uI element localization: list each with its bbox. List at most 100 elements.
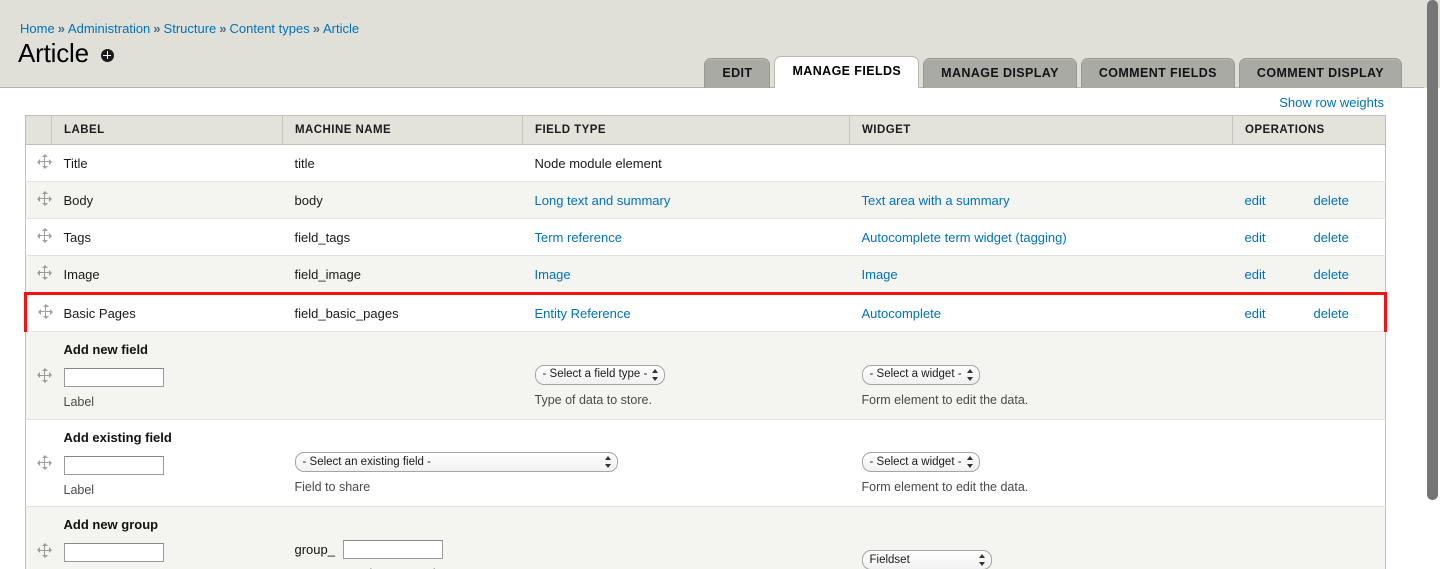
widget-link[interactable]: Image [862,267,898,282]
cell-label: Title [51,144,283,182]
tab-comment-fields[interactable]: COMMENT FIELDS [1080,57,1235,88]
widget-link[interactable]: Autocomplete [862,306,942,321]
drag-cell[interactable] [24,292,53,332]
table-row-highlighted: Basic Pages field_basic_pages Entity Ref… [24,292,1387,332]
delete-link[interactable]: delete [1313,267,1348,282]
edit-link[interactable]: edit [1245,267,1266,282]
main-content: Show row weights LABEL MACHINE NAME FIEL… [0,88,1424,569]
drag-handle-icon[interactable] [37,542,52,558]
breadcrumb-separator: » [153,21,161,36]
drag-cell[interactable] [25,419,52,507]
cell-field-type: Long text and summary [522,181,850,219]
cell-operations [1232,144,1386,182]
tab-edit[interactable]: EDIT [704,57,771,88]
add-new-group-name-cell: group_ Group name (a–z, 0–9, _) [282,506,850,569]
drag-cell[interactable] [25,255,52,294]
breadcrumb-separator: » [312,21,320,36]
drag-handle-icon[interactable] [37,228,52,243]
add-new-field-label-input[interactable] [63,368,164,387]
show-row-weights-link[interactable]: Show row weights [1279,95,1384,110]
add-new-field-label-cell: Add new field Label [51,331,283,420]
row-weights-bar: Show row weights [24,88,1400,115]
delete-link[interactable]: delete [1313,306,1348,321]
add-existing-field-select[interactable]: - Select an existing field - [294,452,618,472]
column-header-drag [25,115,52,145]
existing-field-select-wrapper[interactable]: - Select an existing field - [294,452,618,472]
add-new-field-type-select[interactable]: - Select a field type - [534,364,665,385]
scrollbar-thumb[interactable] [1427,0,1438,500]
cell-field-type: Node module element [522,144,850,182]
widget-link[interactable]: Text area with a summary [862,193,1010,208]
add-existing-field-label-help: Label [63,482,95,497]
add-new-field-widget-select[interactable]: - Select a widget - [861,364,980,385]
add-existing-field-label-input[interactable] [63,455,164,475]
add-existing-field-ops-cell [1232,419,1386,507]
add-new-group-name-input[interactable] [342,540,443,559]
add-new-group-widget-cell: Fieldset [849,506,1233,569]
add-existing-field-select-cell: - Select an existing field - Field to sh… [282,419,850,507]
group-widget-select-wrapper[interactable]: Fieldset [861,550,992,569]
add-existing-field-label-cell: Add existing field Label [51,419,283,507]
edit-link[interactable]: edit [1245,306,1266,321]
add-existing-field-widget-help: Form element to edit the data. [861,480,1029,494]
add-circle-icon[interactable] [100,48,114,62]
page-scrollbar[interactable] [1424,0,1440,569]
add-new-group-label-input[interactable] [63,543,164,562]
breadcrumb-item-administration[interactable]: Administration [68,21,150,36]
field-type-select-wrapper[interactable]: - Select a field type - [534,364,665,385]
delete-link[interactable]: delete [1313,230,1348,245]
cell-operations: edit delete [1232,181,1386,219]
cell-field-type: Image [522,255,850,294]
add-existing-field-widget-select[interactable]: - Select a widget - [861,452,980,472]
breadcrumb-item-content-types[interactable]: Content types [230,21,310,36]
cell-machine-name: field_image [282,255,523,294]
cell-operations: edit delete [1232,292,1387,332]
cell-widget: Autocomplete [849,292,1233,332]
column-header-operations: OPERATIONS [1232,115,1386,145]
field-type-link[interactable]: Entity Reference [535,306,631,321]
field-type-link[interactable]: Image [535,267,571,282]
manage-fields-table: LABEL MACHINE NAME FIELD TYPE WIDGET OPE… [24,115,1387,569]
cell-operations: edit delete [1232,218,1386,256]
tab-manage-fields[interactable]: MANAGE FIELDS [774,55,920,88]
field-type-link[interactable]: Long text and summary [535,193,671,208]
drag-cell[interactable] [25,144,52,182]
edit-link[interactable]: edit [1245,230,1266,245]
drag-cell[interactable] [25,506,52,569]
field-type-link[interactable]: Term reference [535,230,622,245]
page-banner: Home» Administration» Structure» Content ty… [0,0,1424,88]
breadcrumb-item-structure[interactable]: Structure [164,21,217,36]
add-new-field-machine-cell [282,331,523,420]
add-new-field-widget-help: Form element to edit the data. [861,392,1029,407]
widget-select-wrapper[interactable]: - Select a widget - [861,364,980,385]
drag-handle-icon[interactable] [38,304,53,319]
edit-link[interactable]: edit [1245,193,1266,208]
page-title: Article [18,38,89,68]
cell-field-type: Term reference [522,218,850,256]
page-root: Home» Administration» Structure» Content ty… [0,0,1424,569]
tab-manage-display[interactable]: MANAGE DISPLAY [923,57,1077,88]
drag-handle-icon[interactable] [37,191,52,206]
drag-handle-icon[interactable] [37,367,52,383]
breadcrumb-item-article[interactable]: Article [323,21,359,36]
drag-handle-icon[interactable] [37,455,52,471]
drag-handle-icon[interactable] [37,265,52,280]
add-new-field-widget-cell: - Select a widget - Form element to edit… [849,331,1233,420]
drag-cell[interactable] [25,331,52,420]
cell-widget [849,144,1233,182]
delete-link[interactable]: delete [1313,193,1348,208]
column-header-label: LABEL [51,115,283,145]
add-new-field-title: Add new field [63,342,149,357]
widget-link[interactable]: Autocomplete term widget (tagging) [862,230,1067,245]
cell-operations: edit delete [1232,255,1386,294]
drag-cell[interactable] [25,218,52,256]
cell-label: Body [51,181,283,219]
tab-comment-display[interactable]: COMMENT DISPLAY [1238,57,1402,88]
drag-cell[interactable] [25,181,52,219]
add-new-group-widget-select[interactable]: Fieldset [861,550,992,569]
drag-handle-icon[interactable] [37,154,52,169]
widget-select-wrapper[interactable]: - Select a widget - [861,452,980,472]
table-row: Body body Long text and summary Text are… [25,181,1386,219]
breadcrumb-item-home[interactable]: Home [20,21,55,36]
cell-machine-name: field_basic_pages [282,292,523,332]
